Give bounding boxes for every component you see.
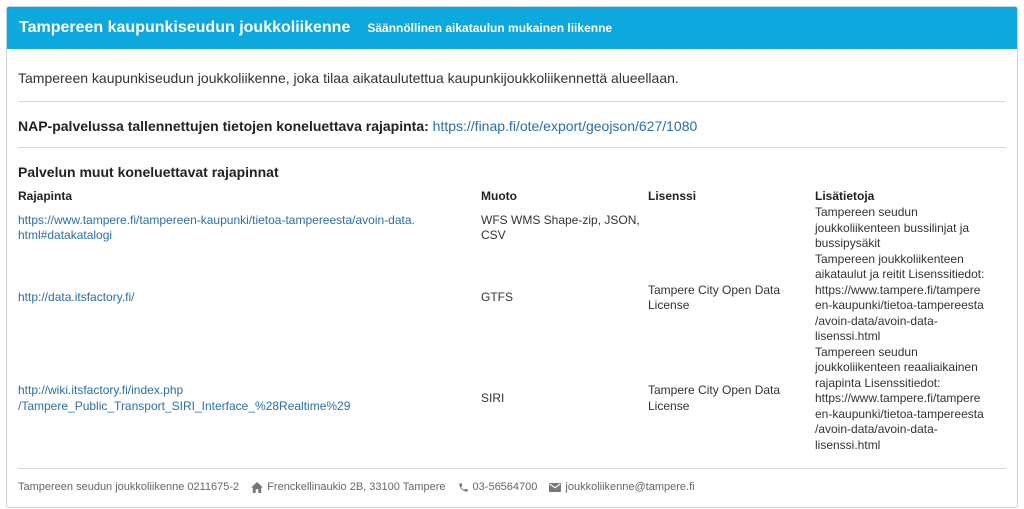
table-row: https://www.tampere.fi/tampereen-kaupunk… [18,205,1008,252]
email-text: joukkoliikenne@tampere.fi [565,481,695,493]
email-icon [549,482,562,492]
interface-link[interactable]: http://wiki.itsfactory.fi/index.php /Tam… [18,383,358,414]
format-cell: WFS WMS Shape-zip, JSON, CSV [481,212,640,243]
footer-phone: 03-56564700 [458,481,538,493]
format-cell: GTFS [481,290,513,305]
other-interfaces-title: Palvelun muut koneluettavat rajapinnat [18,164,279,180]
table-row: http://data.itsfactory.fi/ GTFS Tampere … [18,252,1008,345]
nap-link[interactable]: https://finap.fi/ote/export/geojson/627/… [433,118,698,134]
table-header-row: Rajapinta Muoto Lisenssi Lisätietoja [18,185,1008,205]
column-header-format: Muoto [481,189,517,203]
address-text: Frenckellinaukio 2B, 33100 Tampere [267,481,446,493]
card-content: Tampereen kaupunkiseudun joukkoliikenne,… [7,49,1017,453]
interfaces-table: Rajapinta Muoto Lisenssi Lisätietoja htt… [18,185,1008,453]
phone-text: 03-56564700 [472,481,538,493]
info-cell: Tampereen seudun joukkoliikenteen reaali… [815,344,984,452]
nap-interface: NAP-palvelussa tallennettujen tietojen k… [18,102,1006,148]
table-row: http://wiki.itsfactory.fi/index.php /Tam… [18,345,1008,454]
info-cell: Tampereen seudun joukkoliikenteen bussil… [815,205,970,250]
card-header: Tampereen kaupunkiseudun joukkoliikenne … [7,7,1017,49]
service-type: Säännöllinen aikataulun mukainen liikenn… [367,21,613,35]
info-cell: Tampereen joukkoliikenteen aikataulut ja… [815,251,985,344]
column-header-interface: Rajapinta [18,189,73,203]
column-header-license: Lisenssi [648,189,697,203]
footer-company: Tampereen seudun joukkoliikenne 0211675-… [18,481,240,493]
interface-link[interactable]: http://data.itsfactory.fi/ [18,290,135,304]
phone-icon [458,482,469,493]
license-cell: Tampere City Open Data License [648,282,781,313]
service-card: Tampereen kaupunkiseudun joukkoliikenne … [6,6,1018,508]
operator-description: Tampereen kaupunkiseudun joukkoliikenne,… [18,49,1006,102]
home-icon [251,481,264,493]
interface-link[interactable]: https://www.tampere.fi/tampereen-kaupunk… [18,213,418,244]
footer-email: joukkoliikenne@tampere.fi [549,481,695,493]
license-cell: Tampere City Open Data License [648,383,781,413]
operator-title: Tampereen kaupunkiseudun joukkoliikenne [19,19,351,36]
contact-footer: Tampereen seudun joukkoliikenne 0211675-… [18,468,1006,493]
format-cell: SIRI [481,391,505,405]
column-header-info: Lisätietoja [815,189,875,203]
footer-address: Frenckellinaukio 2B, 33100 Tampere [251,481,446,493]
nap-label: NAP-palvelussa tallennettujen tietojen k… [18,118,429,134]
